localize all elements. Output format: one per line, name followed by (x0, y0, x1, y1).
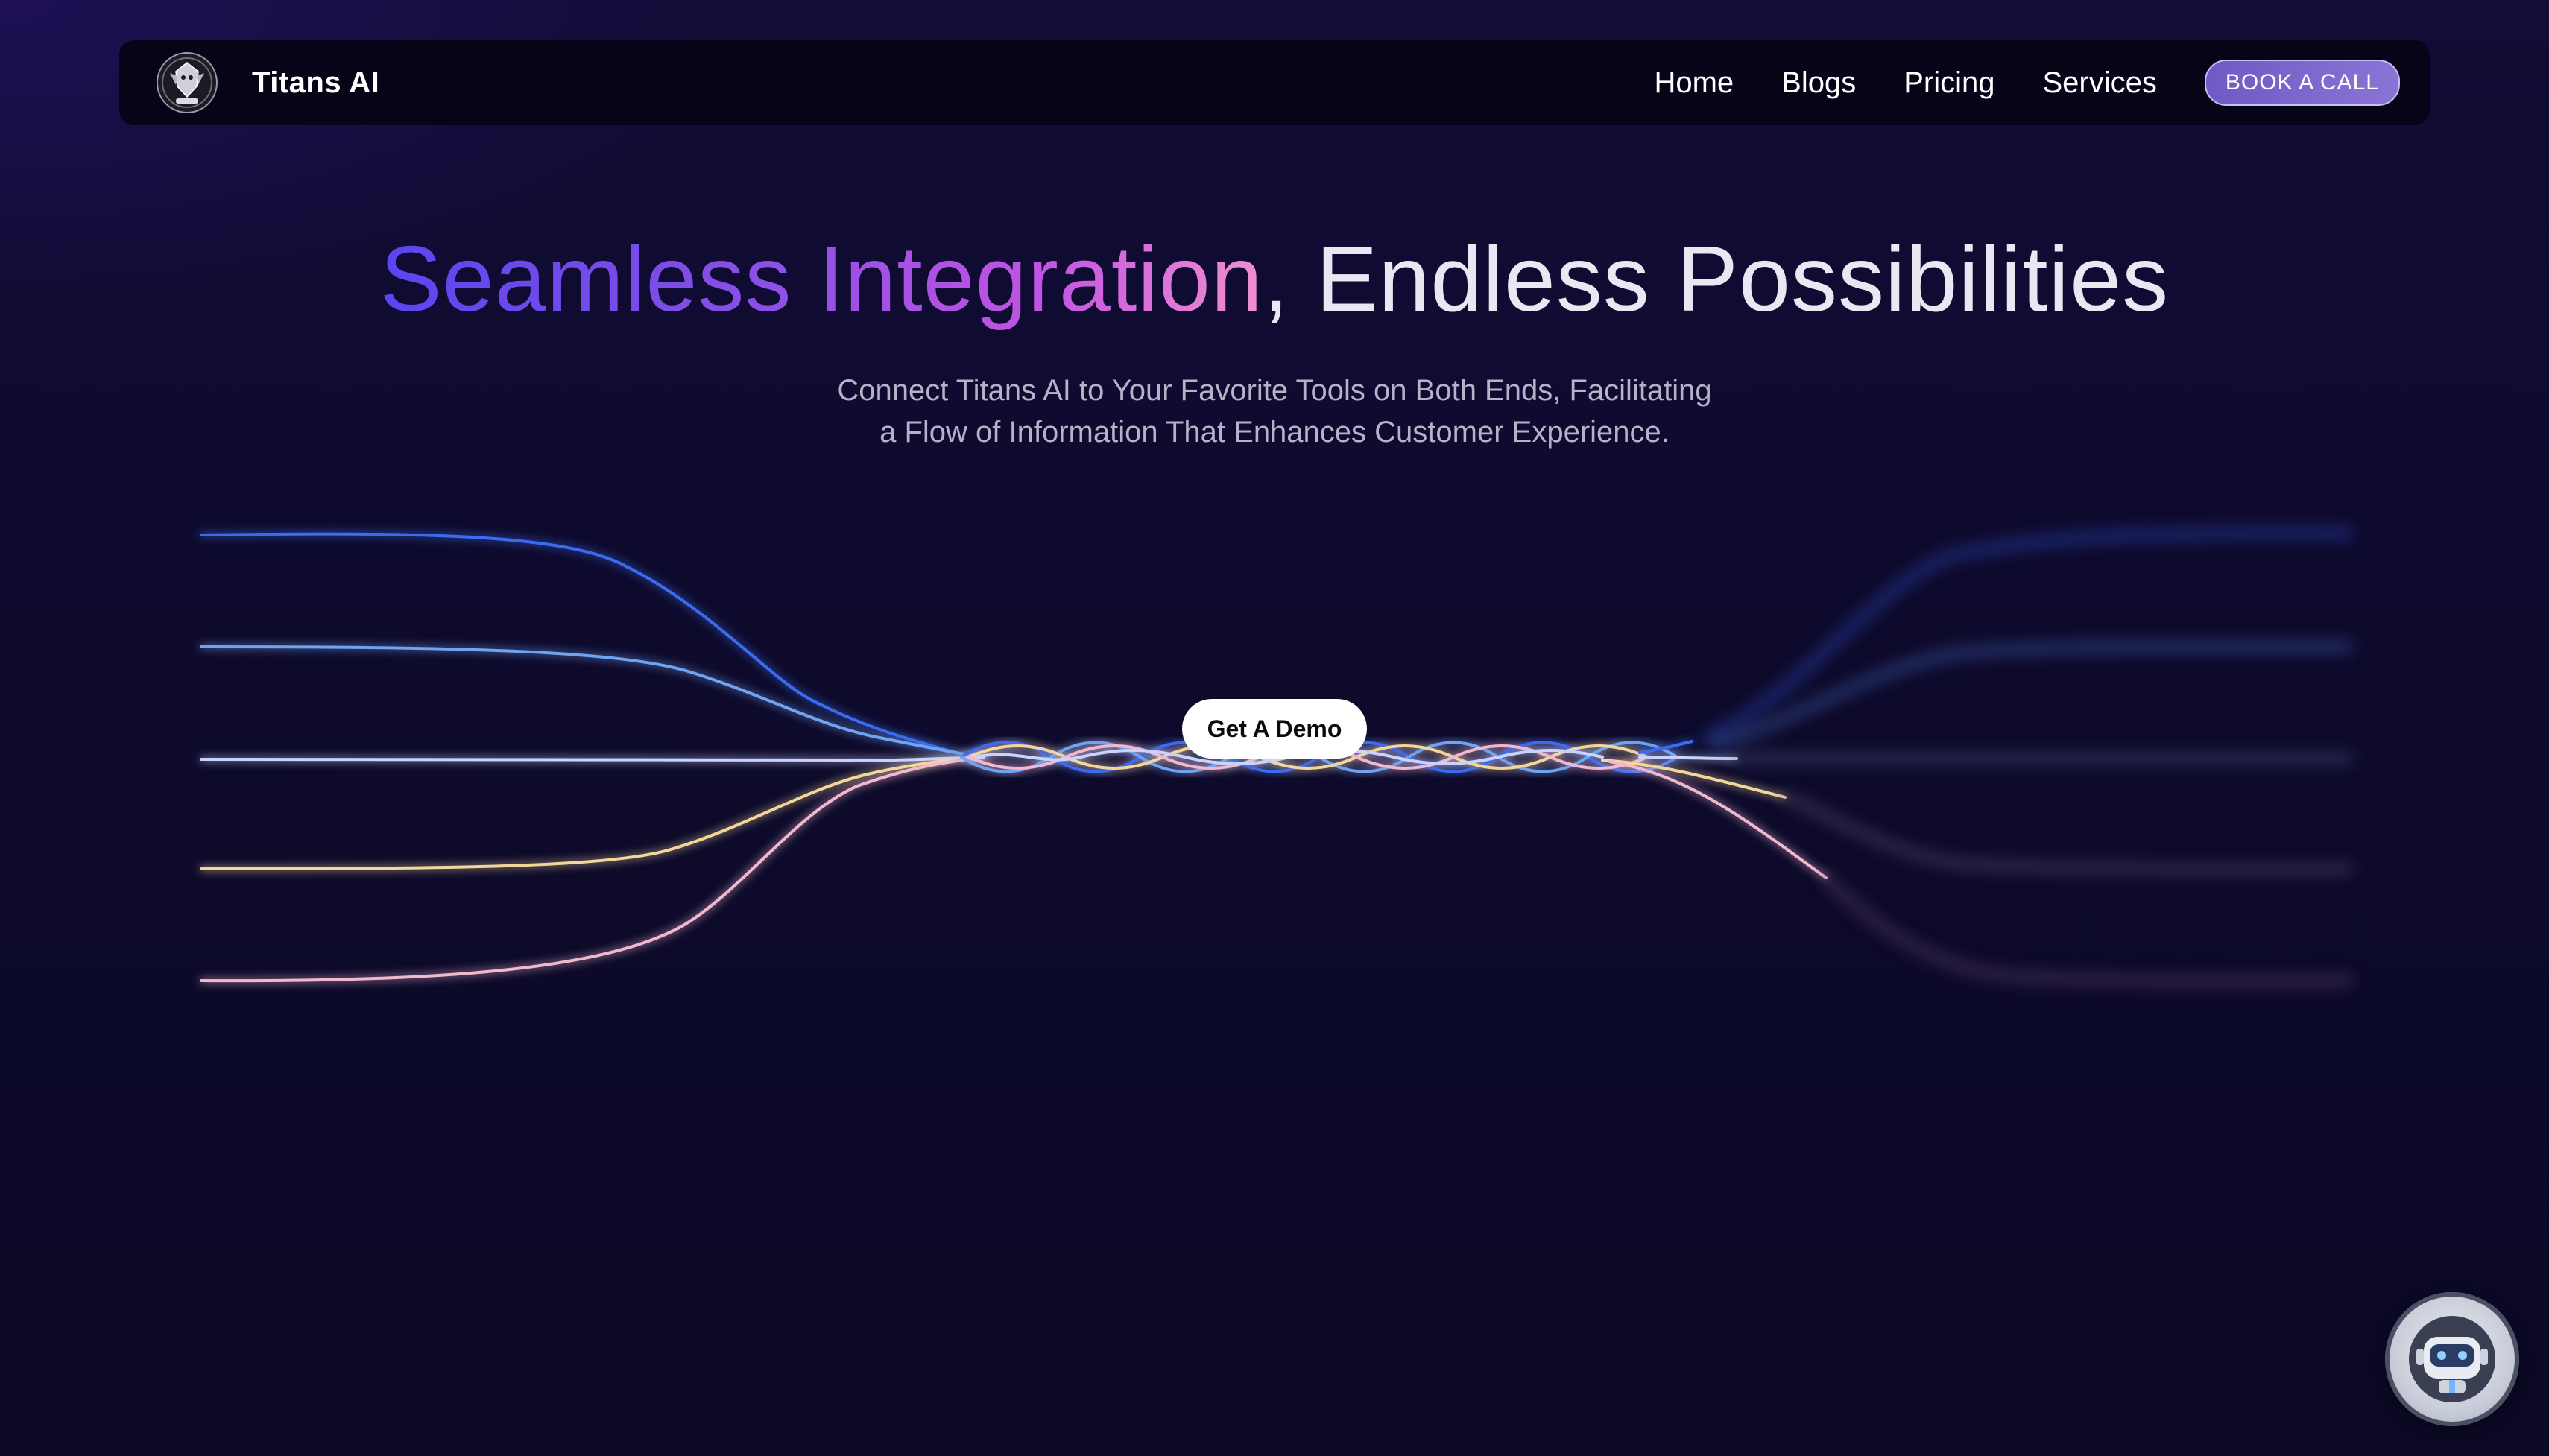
right-line-blue (1638, 740, 1693, 754)
hero-title-highlight: Seamless Integration (379, 228, 1263, 331)
brand-home-link[interactable]: Titans AI (155, 51, 379, 115)
get-a-demo-button[interactable]: Get A Demo (1182, 699, 1367, 759)
right-line-pink (1608, 760, 1828, 879)
right-faded-yellow (1780, 792, 2353, 875)
top-navbar: Titans AI Home Blogs Pricing Services BO… (119, 40, 2430, 125)
nav-link-home[interactable]: Home (1654, 66, 1734, 100)
nav-link-pricing[interactable]: Pricing (1904, 66, 1994, 100)
right-line-yellow (1601, 759, 1787, 799)
left-line-white (200, 756, 985, 762)
brand-name: Titans AI (252, 66, 380, 99)
left-line-pink (200, 757, 978, 983)
robot-icon (2409, 1316, 2495, 1402)
right-faded-lightblue (1709, 641, 2353, 750)
left-line-yellow (200, 756, 978, 870)
hero-subtitle: Connect Titans AI to Your Favorite Tools… (0, 370, 2549, 453)
nav-links: Home Blogs Pricing Services BOOK A CALL (1654, 60, 2400, 106)
right-line-white (1638, 756, 1738, 760)
chat-bot-launcher[interactable] (2385, 1292, 2519, 1426)
hero-title-rest: , Endless Possibilities (1263, 228, 2170, 331)
left-line-lightblue (200, 645, 978, 758)
right-faded-pink (1821, 873, 2353, 987)
hero-subtitle-line-2: a Flow of Information That Enhances Cust… (879, 416, 1670, 449)
hero-title: Seamless Integration, Endless Possibilit… (0, 224, 2549, 335)
hero-subtitle-line-1: Connect Titans AI to Your Favorite Tools… (837, 374, 1712, 407)
nav-link-blogs[interactable]: Blogs (1781, 66, 1856, 100)
nav-link-services[interactable]: Services (2043, 66, 2157, 100)
left-line-blue (200, 532, 970, 758)
right-faded-blue (1702, 528, 2353, 743)
titans-crest-logo-icon (157, 52, 218, 113)
book-a-call-button[interactable]: BOOK A CALL (2204, 60, 2400, 106)
